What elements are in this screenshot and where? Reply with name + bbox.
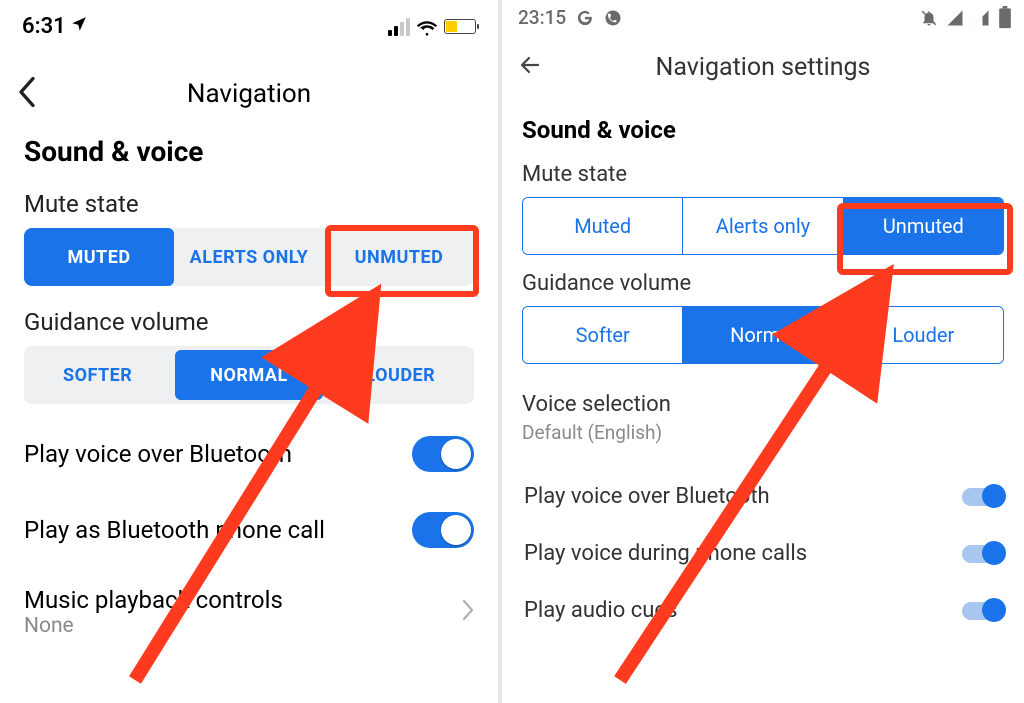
cellular-signal-icon [388, 18, 410, 36]
voice-selection-label: Voice selection [522, 392, 1004, 417]
mute-option-unmuted[interactable]: UNMUTED [324, 228, 474, 286]
music-playback-value: None [24, 614, 283, 638]
guidance-volume-segmented: SOFTER NORMAL LOUDER [24, 346, 474, 404]
toggle-label: Play voice during phone calls [524, 541, 807, 566]
switch-on-icon[interactable] [962, 488, 1002, 506]
page-header: Navigation [0, 39, 498, 135]
pane-divider [498, 0, 502, 703]
music-playback-label: Music playback controls [24, 586, 283, 614]
battery-icon [998, 9, 1012, 27]
back-chevron-icon[interactable] [18, 77, 36, 112]
guidance-volume-label: Guidance volume [0, 286, 498, 346]
right-pane-android: 23:15 Navigation se [502, 0, 1024, 703]
toggle-audio-cues[interactable]: Play audio cues [502, 582, 1024, 639]
switch-on-icon[interactable] [412, 436, 474, 472]
voice-selection-value: Default (English) [522, 421, 1004, 444]
guidance-normal[interactable]: NORMAL [175, 350, 322, 400]
phone-icon [604, 9, 622, 27]
mute-option-alerts[interactable]: Alerts only [683, 198, 843, 254]
wifi-icon [416, 18, 438, 36]
mute-state-segmented: MUTED ALERTS ONLY UNMUTED [24, 228, 474, 286]
android-status-bar: 23:15 [502, 0, 1024, 29]
page-title: Navigation settings [656, 53, 871, 82]
mute-state-segmented: Muted Alerts only Unmuted [522, 197, 1004, 255]
page-title: Navigation [187, 79, 311, 109]
guidance-softer[interactable]: Softer [523, 307, 683, 363]
toggle-label: Play audio cues [524, 598, 677, 623]
left-pane-ios: 6:31 Navigation Sound & voice Mute state… [0, 0, 498, 703]
mute-option-muted[interactable]: Muted [523, 198, 683, 254]
guidance-volume-segmented: Softer Normal Louder [522, 306, 1004, 364]
voice-selection-row[interactable]: Voice selection Default (English) [502, 376, 1024, 450]
ios-status-bar: 6:31 [0, 0, 498, 39]
switch-on-icon[interactable] [962, 602, 1002, 620]
switch-on-icon[interactable] [412, 512, 474, 548]
signal2-icon [972, 9, 990, 27]
chevron-right-icon [462, 597, 474, 627]
toggle-bluetooth-voice[interactable]: Play voice over Bluetooth [502, 468, 1024, 525]
mute-state-label: Mute state [502, 158, 1024, 197]
music-playback-row[interactable]: Music playback controls None [0, 568, 498, 638]
status-time: 6:31 [22, 14, 88, 39]
toggle-bluetooth-voice[interactable]: Play voice over Bluetooth [0, 416, 498, 492]
guidance-normal[interactable]: Normal [683, 307, 843, 363]
back-arrow-icon[interactable] [518, 51, 542, 84]
google-icon [576, 9, 594, 27]
page-header: Navigation settings [502, 29, 1024, 104]
mute-bell-icon [920, 9, 938, 27]
switch-on-icon[interactable] [962, 545, 1002, 563]
guidance-louder[interactable]: Louder [844, 307, 1003, 363]
toggle-label: Play voice over Bluetooth [524, 484, 770, 509]
mute-option-unmuted[interactable]: Unmuted [844, 198, 1003, 254]
guidance-softer[interactable]: SOFTER [24, 346, 171, 404]
toggle-bluetooth-call[interactable]: Play as Bluetooth phone call [0, 492, 498, 568]
mute-option-alerts[interactable]: ALERTS ONLY [174, 228, 324, 286]
section-sound-voice: Sound & voice [502, 104, 1024, 158]
signal-icon [946, 9, 964, 27]
section-sound-voice: Sound & voice [0, 135, 498, 178]
mute-state-label: Mute state [0, 178, 498, 228]
toggle-label: Play as Bluetooth phone call [24, 516, 325, 544]
toggle-voice-during-calls[interactable]: Play voice during phone calls [502, 525, 1024, 582]
guidance-volume-label: Guidance volume [502, 267, 1024, 306]
toggle-label: Play voice over Bluetooth [24, 440, 292, 468]
status-right [388, 18, 476, 36]
battery-icon [444, 19, 476, 34]
clock-text: 23:15 [518, 6, 566, 29]
guidance-louder[interactable]: LOUDER [327, 346, 474, 404]
clock-text: 6:31 [22, 14, 66, 39]
location-arrow-icon [70, 15, 88, 38]
mute-option-muted[interactable]: MUTED [24, 228, 174, 286]
